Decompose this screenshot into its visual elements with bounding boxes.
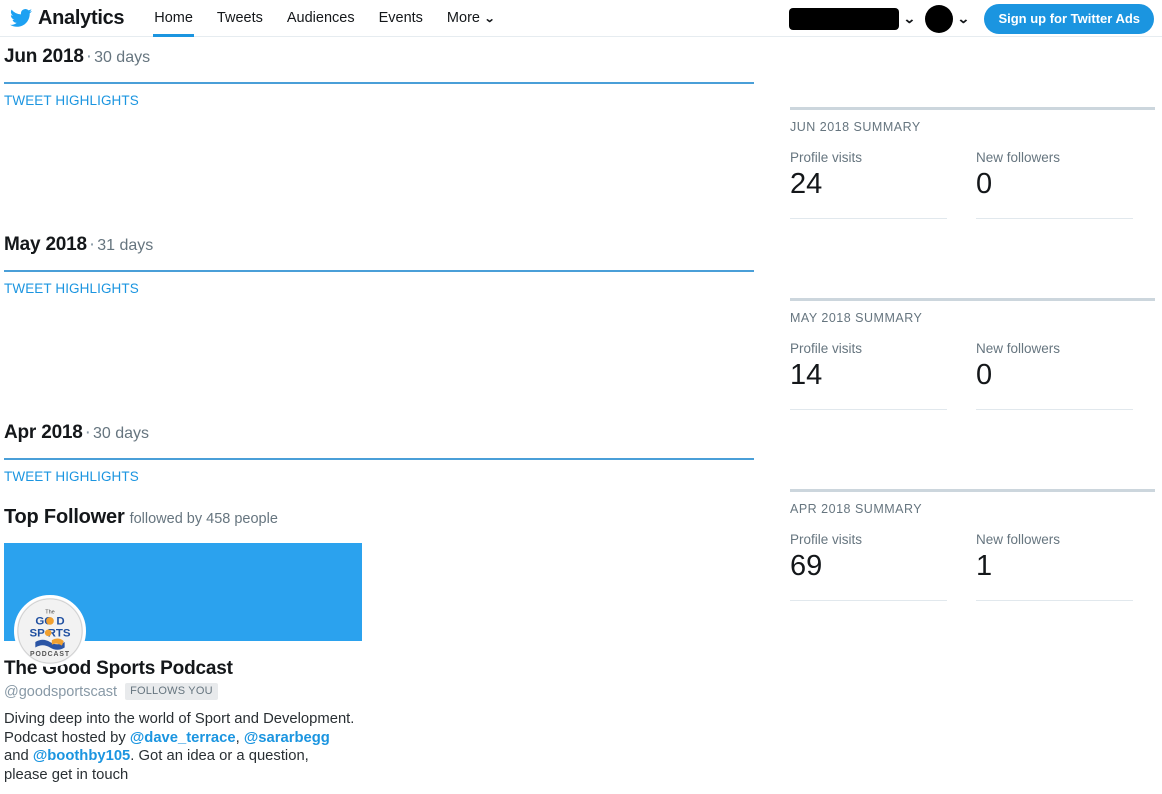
summary-title-jun: JUN 2018 SUMMARY <box>790 120 921 134</box>
month-header-jun-2018: Jun 2018 · 30 days <box>4 37 790 69</box>
nav-item-tweets[interactable]: Tweets <box>205 0 275 37</box>
nav-item-events[interactable]: Events <box>367 0 435 37</box>
tweet-highlights-label-may[interactable]: TWEET HIGHLIGHTS <box>4 272 790 296</box>
brand-title: Analytics <box>38 6 125 29</box>
top-header: Analytics Home Tweets Audiences Events M… <box>0 0 1162 37</box>
summary-block-may-2018: MAY 2018 SUMMARY Profile visits 14 New f… <box>790 219 1162 410</box>
month-name: Apr 2018 <box>4 422 83 443</box>
bio-mention-sararbegg[interactable]: @sararbegg <box>244 730 330 746</box>
summary-block-jun-2018: JUN 2018 SUMMARY Profile visits 24 New f… <box>790 37 1162 219</box>
month-name: May 2018 <box>4 234 87 255</box>
month-header-may-2018: May 2018 · 31 days <box>4 225 790 257</box>
top-follower-banner: The GO D SP RTS PODCAST <box>4 543 362 667</box>
tweet-highlights-empty-jun <box>4 108 790 225</box>
avatar-chevron-down-icon[interactable]: ⌄ <box>956 11 969 27</box>
top-follower-title: Top Follower <box>4 506 125 528</box>
stat-new-followers-may: New followers 0 <box>976 341 1162 410</box>
stat-value: 0 <box>976 168 993 200</box>
stat-label: New followers <box>976 341 1061 356</box>
month-name: Jun 2018 <box>4 46 84 67</box>
nav-item-home[interactable]: Home <box>142 0 205 37</box>
nav-item-tweets-label: Tweets <box>216 10 263 26</box>
stat-label: New followers <box>976 532 1061 547</box>
top-follower-avatar[interactable]: The GO D SP RTS PODCAST <box>14 595 86 667</box>
tweet-highlights-empty-may <box>4 296 790 413</box>
top-follower-card: Top Follower followed by 458 people The G… <box>4 484 790 784</box>
main-nav: Home Tweets Audiences Events More ⌄ <box>142 0 506 37</box>
stat-label: Profile visits <box>790 150 863 165</box>
summary-title-may: MAY 2018 SUMMARY <box>790 311 923 325</box>
header-right-cluster: ⌄ ⌄ Sign up for Twitter Ads <box>788 0 1154 37</box>
top-follower-bio: Diving deep into the world of Sport and … <box>4 710 356 784</box>
stats-row-jun: Profile visits 24 New followers 0 <box>790 134 1162 219</box>
stat-value: 1 <box>976 550 993 582</box>
top-follower-subtitle: followed by 458 people <box>129 511 278 527</box>
bio-mention-boothby105[interactable]: @boothby105 <box>33 748 130 764</box>
month-days: 31 days <box>97 237 154 254</box>
top-follower-handle[interactable]: @goodsportscast <box>4 684 117 700</box>
stat-value: 14 <box>790 359 823 391</box>
month-separator: · <box>85 46 93 67</box>
stats-row-apr: Profile visits 69 New followers 1 <box>790 516 1162 601</box>
account-chevron-down-icon[interactable]: ⌄ <box>903 11 916 27</box>
svg-text:PODCAST: PODCAST <box>30 651 70 658</box>
month-days: 30 days <box>93 425 150 442</box>
month-separator: · <box>88 234 96 255</box>
stats-row-may: Profile visits 14 New followers 0 <box>790 325 1162 410</box>
avatar[interactable] <box>924 4 953 33</box>
stat-profile-visits-may: Profile visits 14 <box>790 341 976 410</box>
month-block-may-2018: May 2018 · 31 days TWEET HIGHLIGHTS <box>4 225 790 413</box>
month-days: 30 days <box>94 49 151 66</box>
nav-item-events-label: Events <box>378 10 423 26</box>
stat-label: New followers <box>976 150 1061 165</box>
tweet-highlights-label-apr[interactable]: TWEET HIGHLIGHTS <box>4 460 790 484</box>
stat-label: Profile visits <box>790 341 863 356</box>
stat-value: 24 <box>790 168 823 200</box>
follows-you-badge: FOLLOWS YOU <box>125 683 218 700</box>
top-follower-handle-row: @goodsportscast FOLLOWS YOU <box>4 683 790 700</box>
nav-item-audiences[interactable]: Audiences <box>275 0 367 37</box>
sign-up-for-twitter-ads-button[interactable]: Sign up for Twitter Ads <box>984 3 1154 34</box>
brand[interactable]: Analytics <box>10 0 125 37</box>
twitter-bird-icon <box>10 8 32 28</box>
nav-item-more-label: More <box>446 10 480 26</box>
bio-mention-dave-terrace[interactable]: @dave_terrace <box>130 730 236 746</box>
month-separator: · <box>84 422 91 443</box>
month-block-jun-2018: Jun 2018 · 30 days TWEET HIGHLIGHTS <box>4 37 790 225</box>
page-body: Jun 2018 · 30 days TWEET HIGHLIGHTS May 20… <box>0 37 1162 784</box>
main-column: Jun 2018 · 30 days TWEET HIGHLIGHTS May 20… <box>0 37 790 784</box>
summary-sidebar: JUN 2018 SUMMARY Profile visits 24 New f… <box>790 37 1162 784</box>
bio-text-2: , <box>235 729 244 746</box>
stat-profile-visits-jun: Profile visits 24 <box>790 150 976 219</box>
stat-divider <box>976 600 1133 601</box>
stat-value: 0 <box>976 359 993 391</box>
summary-title-apr: APR 2018 SUMMARY <box>790 502 923 516</box>
bio-text-3: and <box>4 748 33 764</box>
stat-profile-visits-apr: Profile visits 69 <box>790 532 976 601</box>
stat-new-followers-jun: New followers 0 <box>976 150 1162 219</box>
stat-new-followers-apr: New followers 1 <box>976 532 1162 601</box>
summary-block-apr-2018: APR 2018 SUMMARY Profile visits 69 New f… <box>790 410 1162 601</box>
top-follower-name[interactable]: The Good Sports Podcast <box>4 658 790 680</box>
top-follower-heading: Top Follower followed by 458 people <box>4 506 790 529</box>
stat-value: 69 <box>790 550 823 582</box>
month-block-apr-2018: Apr 2018 · 30 days TWEET HIGHLIGHTS Top Fo… <box>4 413 790 784</box>
account-name-redacted[interactable] <box>788 7 899 30</box>
stat-label: Profile visits <box>790 532 863 547</box>
tweet-highlights-label-jun[interactable]: TWEET HIGHLIGHTS <box>4 84 790 108</box>
nav-item-more[interactable]: More ⌄ <box>435 0 506 37</box>
nav-item-home-label: Home <box>154 10 193 26</box>
nav-item-audiences-label: Audiences <box>286 10 355 26</box>
stat-divider <box>790 600 947 601</box>
month-header-apr-2018: Apr 2018 · 30 days <box>4 413 790 445</box>
chevron-down-icon: ⌄ <box>483 12 496 25</box>
